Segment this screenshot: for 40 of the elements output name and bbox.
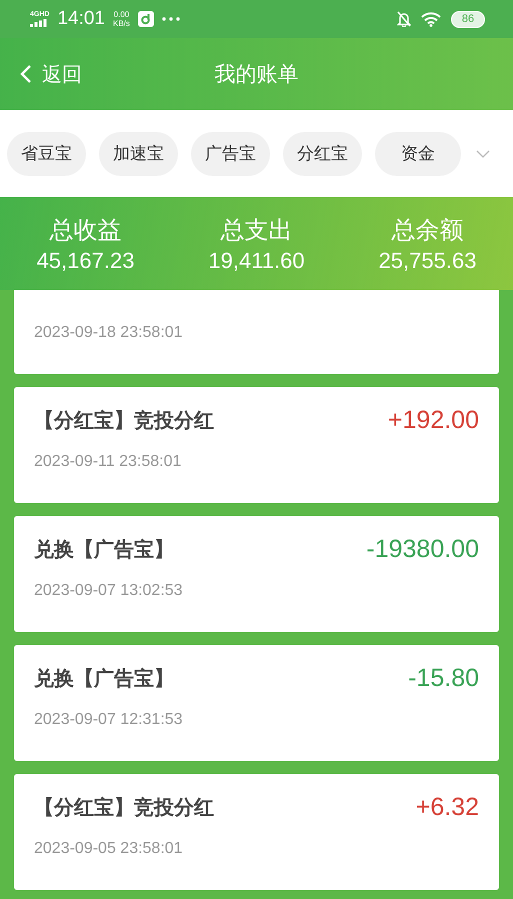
chevron-down-icon — [476, 150, 490, 158]
record-time: 2023-09-05 23:58:01 — [34, 840, 184, 858]
category-tab[interactable]: 分红宝 — [283, 132, 362, 176]
back-chevron-icon — [20, 64, 32, 84]
record-card[interactable]: 【分红宝】竞投分红 +6.32 2023-09-05 23:58:01 — [14, 774, 499, 890]
record-title: 兑换【广告宝】 — [34, 536, 174, 562]
summary-value: 19,411.60 — [208, 248, 305, 274]
record-title: 【分红宝】竞投分红 — [34, 794, 214, 820]
page-title: 我的账单 — [214, 61, 298, 88]
record-time: 2023-09-18 23:58:01 — [34, 324, 184, 342]
summary-value: 45,167.23 — [36, 248, 134, 274]
wifi-icon — [421, 12, 441, 26]
app-notification-icon — [138, 11, 154, 27]
record-time: 2023-09-11 23:58:01 — [34, 453, 182, 471]
record-amount: +6.32 — [416, 792, 479, 822]
more-dots-icon — [162, 17, 180, 21]
summary-label: 总收益 — [50, 214, 122, 246]
record-amount: -19380.00 — [366, 534, 479, 564]
record-card[interactable]: 兑换【广告宝】 -19380.00 2023-09-07 13:02:53 — [14, 516, 499, 632]
signal-icon — [30, 19, 47, 27]
summary-label: 总余额 — [392, 214, 464, 246]
category-tab[interactable]: 省豆宝 — [7, 132, 86, 176]
speed-unit: KB/s — [113, 19, 130, 28]
record-card[interactable]: 【分红宝】竞投分红 +192.00 2023-09-11 23:58:01 — [14, 387, 499, 503]
status-time: 14:01 — [57, 8, 105, 30]
record-amount: +192.00 — [388, 406, 479, 434]
battery-indicator: 86 — [451, 10, 485, 28]
bell-muted-icon — [397, 11, 411, 27]
record-time: 2023-09-07 13:02:53 — [34, 582, 184, 600]
summary-label: 总支出 — [220, 214, 292, 246]
record-time: 2023-09-07 12:31:53 — [34, 711, 184, 729]
summary-value: 25,755.63 — [378, 248, 476, 274]
record-card[interactable]: 兑换【广告宝】 -15.80 2023-09-07 12:31:53 — [14, 645, 499, 761]
category-tab[interactable]: 广告宝 — [191, 132, 270, 176]
record-title: 兑换【广告宝】 — [34, 664, 174, 692]
category-tab[interactable]: 资金 — [375, 132, 461, 176]
category-tab[interactable]: 加速宝 — [99, 132, 178, 176]
record-amount: -15.80 — [408, 664, 479, 692]
record-title: 【分红宝】竞投分红 — [34, 406, 214, 434]
speed-value: 0.00 — [114, 10, 130, 19]
